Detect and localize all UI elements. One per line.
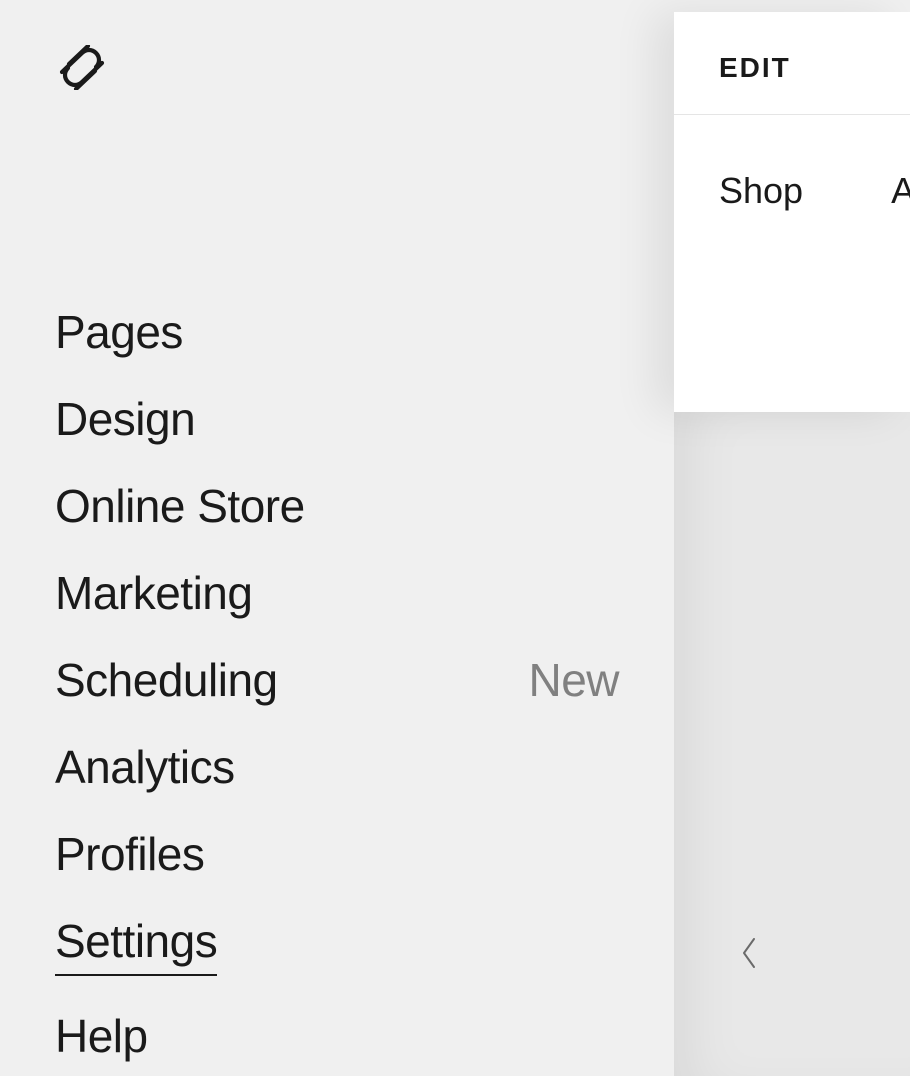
preview-nav-about[interactable]: Ab xyxy=(891,170,910,212)
sidebar-item-label: Scheduling xyxy=(55,653,278,707)
edit-button[interactable]: EDIT xyxy=(719,52,791,83)
main-nav: Pages Design Online Store Marketing Sche… xyxy=(55,305,619,1063)
sidebar-item-help[interactable]: Help xyxy=(55,1009,619,1063)
sidebar-item-label: Profiles xyxy=(55,827,204,881)
sidebar-item-label: Online Store xyxy=(55,479,305,533)
sidebar-item-scheduling[interactable]: Scheduling New xyxy=(55,653,619,707)
collapse-preview-button[interactable] xyxy=(740,935,760,976)
site-preview-panel: EDIT Shop Ab xyxy=(674,12,910,412)
sidebar-item-pages[interactable]: Pages xyxy=(55,305,619,359)
sidebar-item-label: Analytics xyxy=(55,740,235,794)
squarespace-logo-icon[interactable] xyxy=(55,45,109,90)
sidebar-item-label: Design xyxy=(55,392,195,446)
sidebar-item-analytics[interactable]: Analytics xyxy=(55,740,619,794)
preview-backdrop xyxy=(674,412,910,1076)
sidebar-item-label: Pages xyxy=(55,305,183,359)
sidebar-panel: Pages Design Online Store Marketing Sche… xyxy=(0,0,674,1076)
sidebar-item-label: Help xyxy=(55,1009,148,1063)
preview-site-nav: Shop Ab xyxy=(674,115,910,267)
sidebar-item-profiles[interactable]: Profiles xyxy=(55,827,619,881)
preview-header: EDIT xyxy=(674,12,910,115)
preview-nav-shop[interactable]: Shop xyxy=(719,170,803,212)
sidebar-item-label: Marketing xyxy=(55,566,252,620)
sidebar-item-settings[interactable]: Settings xyxy=(55,914,619,976)
new-badge: New xyxy=(528,653,619,707)
sidebar-item-online-store[interactable]: Online Store xyxy=(55,479,619,533)
sidebar-item-label: Settings xyxy=(55,914,217,976)
sidebar-item-design[interactable]: Design xyxy=(55,392,619,446)
chevron-left-icon xyxy=(740,935,760,971)
sidebar-item-marketing[interactable]: Marketing xyxy=(55,566,619,620)
